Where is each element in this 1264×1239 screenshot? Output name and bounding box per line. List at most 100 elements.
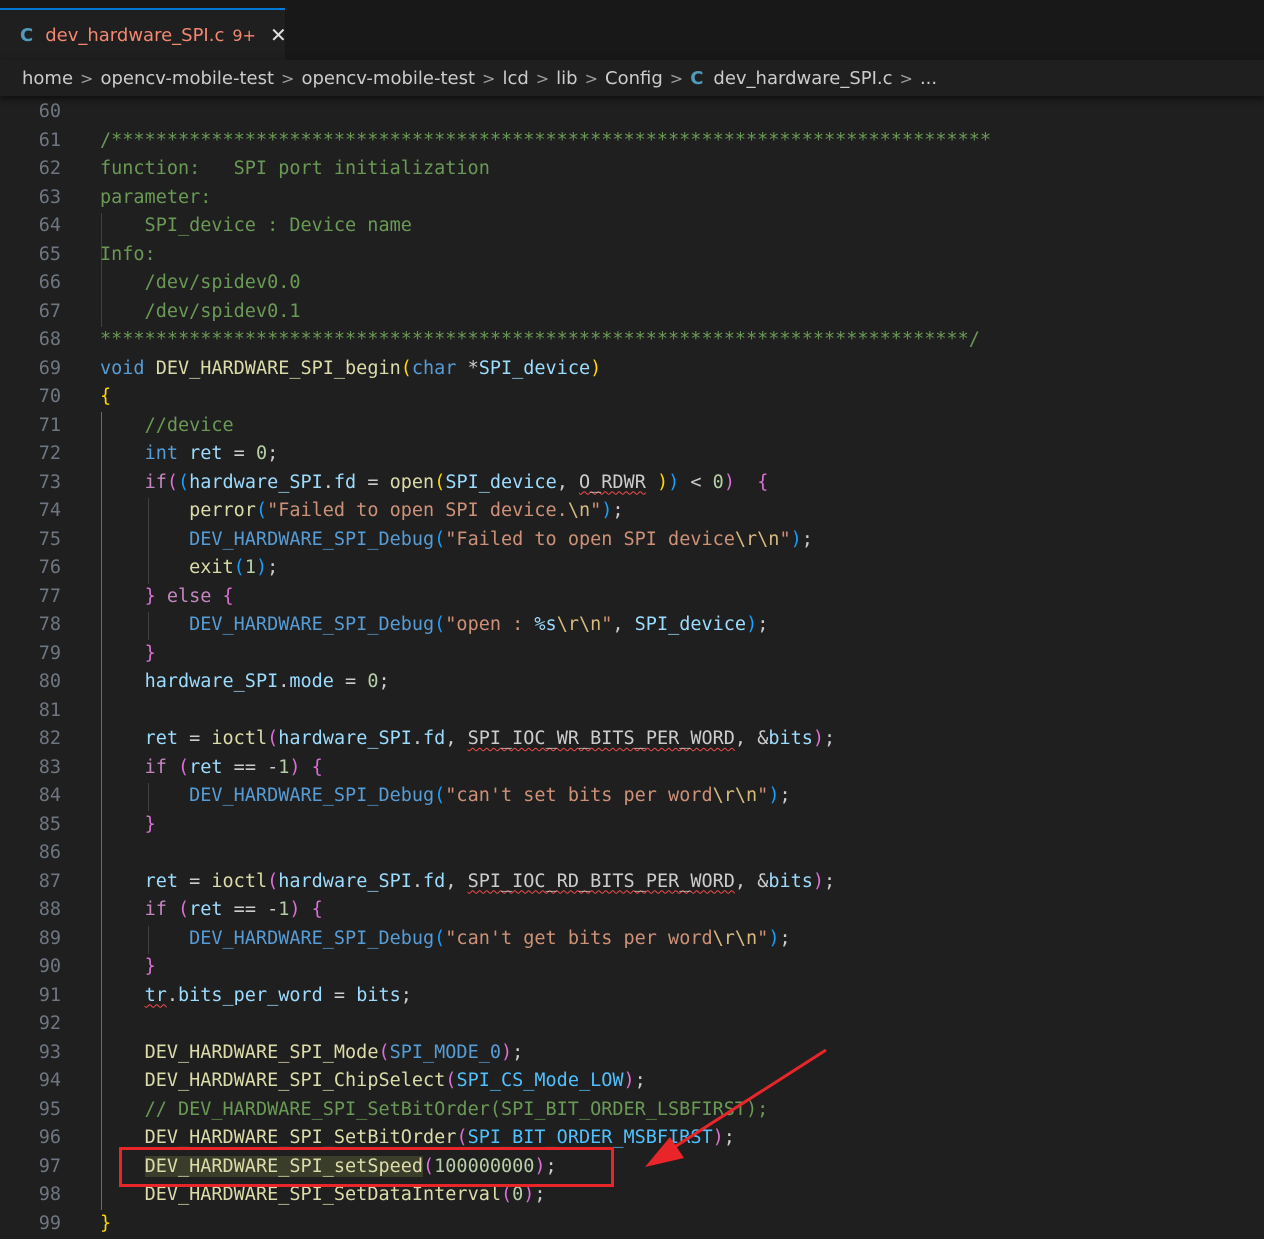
line-number: 72 [38, 443, 61, 464]
line-number: 70 [38, 386, 61, 407]
code-line: 78 DEV_HARDWARE_SPI_Debug("open : %s\r\n… [0, 611, 1264, 640]
code-text: if (ret == -1) { [144, 756, 323, 778]
line-number: 96 [38, 1127, 61, 1148]
line-number: 75 [38, 528, 61, 550]
chevron-right-icon: > [80, 68, 94, 88]
code-text: ****************************************… [100, 329, 980, 350]
line-number: 90 [38, 956, 61, 977]
line-number: 63 [38, 186, 61, 208]
code-line: 67 /dev/spidev0.1 [0, 298, 1264, 327]
code-text: DEV_HARDWARE_SPI_Mode(SPI_MODE_0); [144, 1041, 524, 1063]
code-line: 93 DEV_HARDWARE_SPI_Mode(SPI_MODE_0); [0, 1039, 1264, 1068]
line-number: 94 [38, 1070, 61, 1091]
code-line: 88 if (ret == -1) { [0, 896, 1264, 925]
line-number: 86 [38, 842, 61, 863]
line-number: 73 [38, 471, 61, 493]
line-number: 62 [38, 158, 61, 179]
code-line: 95 // DEV_HARDWARE_SPI_SetBitOrder(SPI_B… [0, 1096, 1264, 1125]
code-line: 64 SPI_device : Device name [0, 212, 1264, 241]
line-number: 76 [38, 557, 61, 578]
breadcrumb-home[interactable]: home [22, 68, 73, 89]
code-text: // DEV_HARDWARE_SPI_SetBitOrder(SPI_BIT_… [144, 1098, 769, 1120]
code-line: 83 if (ret == -1) { [0, 754, 1264, 783]
chevron-right-icon: > [584, 68, 599, 88]
code-text: } [144, 956, 156, 977]
line-number: 61 [38, 129, 61, 151]
line-number: 80 [38, 671, 61, 692]
chevron-right-icon: > [535, 68, 550, 88]
chevron-right-icon: > [669, 68, 684, 88]
code-line: 76 exit(1); [0, 554, 1264, 583]
code-line: 70 { [0, 383, 1264, 412]
breadcrumb-opencv-mobile-test-2[interactable]: opencv-mobile-test [301, 68, 475, 89]
code-line: 66 /dev/spidev0.0 [0, 269, 1264, 298]
code-text: perror("Failed to open SPI device.\n"); [189, 500, 624, 521]
code-text: parameter: [100, 186, 212, 208]
line-number: 82 [38, 728, 61, 749]
code-line: 74 perror("Failed to open SPI device.\n"… [0, 497, 1264, 526]
code-text: tr.bits_per_word = bits; [144, 984, 412, 1006]
tab-label: dev_hardware_SPI.c [45, 24, 225, 46]
code-text: } [144, 813, 156, 835]
tab-bar: C dev_hardware_SPI.c 9+ ✕ [0, 0, 1264, 61]
line-number: 85 [38, 813, 61, 835]
code-line: 89 DEV_HARDWARE_SPI_Debug("can't get bit… [0, 925, 1264, 954]
code-line: 65 Info: [0, 241, 1264, 270]
code-line: 61 /*************************************… [0, 127, 1264, 156]
line-number: 77 [38, 585, 61, 607]
code-text: /dev/spidev0.1 [100, 300, 301, 322]
code-text: } [144, 642, 156, 664]
code-text: } [100, 1212, 112, 1234]
code-line: 80 hardware_SPI.mode = 0; [0, 668, 1264, 697]
line-number: 64 [38, 215, 61, 236]
code-line: 73 if((hardware_SPI.fd = open(SPI_device… [0, 469, 1264, 498]
breadcrumb: home > opencv-mobile-test > opencv-mobil… [0, 60, 1264, 96]
code-line: 68 **************************************… [0, 326, 1264, 355]
tab-dev-hardware-spi[interactable]: C dev_hardware_SPI.c 9+ ✕ [0, 8, 287, 60]
code-text: hardware_SPI.mode = 0; [144, 671, 390, 692]
line-number: 92 [38, 1013, 61, 1034]
code-text: DEV_HARDWARE_SPI_ChipSelect(SPI_CS_Mode_… [144, 1070, 646, 1091]
line-number: 98 [38, 1184, 61, 1205]
code-line: 63 parameter: [0, 184, 1264, 213]
code-line: 84 DEV_HARDWARE_SPI_Debug("can't set bit… [0, 782, 1264, 811]
line-number: 74 [38, 500, 61, 521]
line-number: 88 [38, 899, 61, 920]
code-line: 86 [0, 839, 1264, 868]
breadcrumb-opencv-mobile-test[interactable]: opencv-mobile-test [100, 68, 274, 89]
code-editor[interactable]: 60 61 /**********************************… [0, 98, 1264, 1239]
line-number: 67 [38, 300, 61, 322]
breadcrumb-config[interactable]: Config [605, 68, 663, 89]
code-text: ret = ioctl(hardware_SPI.fd, SPI_IOC_WR_… [144, 728, 836, 749]
code-text: Info: [100, 243, 156, 265]
code-line: 62 function: SPI port initialization [0, 155, 1264, 184]
close-icon[interactable]: ✕ [270, 23, 287, 47]
line-number: 95 [38, 1098, 61, 1120]
line-number: 81 [38, 699, 61, 721]
line-number: 84 [38, 785, 61, 806]
line-number: 97 [38, 1155, 61, 1177]
line-number: 65 [38, 243, 61, 265]
code-text: exit(1); [189, 557, 279, 578]
code-text: DEV_HARDWARE_SPI_Debug("Failed to open S… [189, 528, 813, 550]
code-line: 77 } else { [0, 583, 1264, 612]
problems-badge: 9+ [232, 25, 256, 45]
line-number: 91 [38, 984, 61, 1006]
line-number: 93 [38, 1041, 61, 1063]
code-line: 92 [0, 1010, 1264, 1039]
code-text: /***************************************… [100, 129, 992, 151]
breadcrumb-lcd[interactable]: lcd [502, 68, 528, 89]
breadcrumb-lib[interactable]: lib [556, 68, 577, 89]
code-line: 79 } [0, 640, 1264, 669]
code-text: DEV_HARDWARE_SPI_Debug("open : %s\r\n", … [189, 614, 769, 635]
code-line: 72 int ret = 0; [0, 440, 1264, 469]
breadcrumb-symbol[interactable]: ... [920, 68, 937, 89]
line-number: 78 [38, 614, 61, 635]
line-number: 66 [38, 272, 61, 293]
code-text: void DEV_HARDWARE_SPI_begin(char *SPI_de… [100, 357, 602, 379]
code-text: /dev/spidev0.0 [100, 272, 301, 293]
code-line: 69 void DEV_HARDWARE_SPI_begin(char *SPI_… [0, 355, 1264, 384]
breadcrumb-file[interactable]: dev_hardware_SPI.c [713, 68, 892, 89]
code-line: 90 } [0, 953, 1264, 982]
line-number: 71 [38, 414, 61, 436]
